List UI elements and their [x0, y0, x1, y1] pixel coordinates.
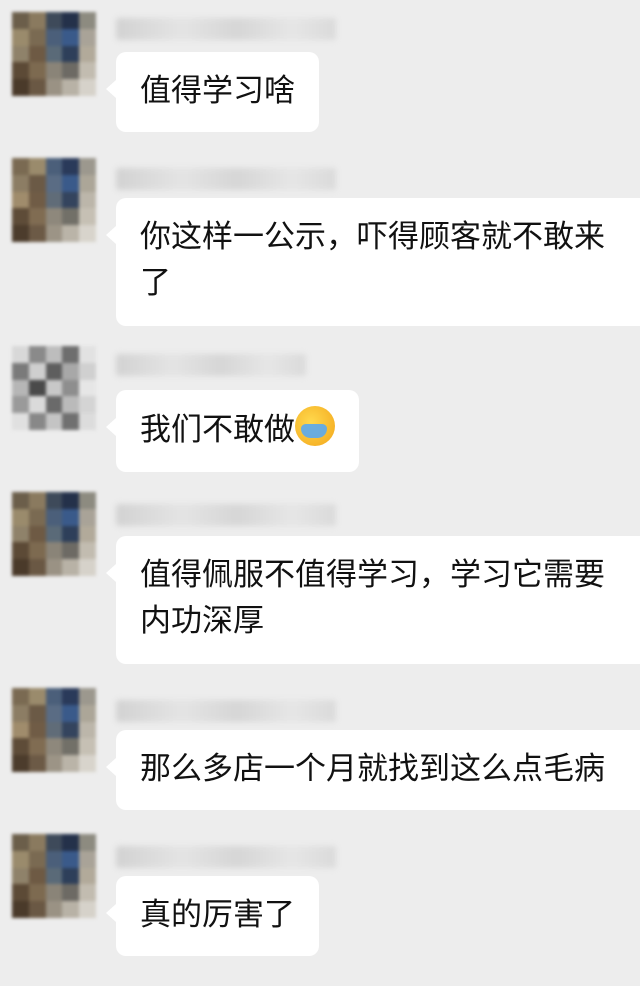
face-palm-crying-emoji: [295, 406, 335, 446]
message-bubble[interactable]: 你这样一公示，吓得顾客就不敢来了: [106, 198, 640, 326]
message-bubble[interactable]: 值得学习啥: [106, 52, 319, 132]
avatar[interactable]: [12, 834, 96, 918]
message-text: 那么多店一个月就找到这么点毛病: [140, 751, 605, 787]
sender-name: [116, 846, 336, 868]
message-text: 真的厉害了: [140, 897, 295, 933]
avatar[interactable]: [12, 346, 96, 430]
sender-name: [116, 504, 336, 526]
message-text: 我们不敢做: [140, 412, 295, 448]
message-bubble[interactable]: 真的厉害了: [106, 876, 319, 956]
sender-name: [116, 700, 336, 722]
sender-name: [116, 18, 336, 40]
avatar[interactable]: [12, 688, 96, 772]
avatar[interactable]: [12, 492, 96, 576]
avatar[interactable]: [12, 12, 96, 96]
message-bubble[interactable]: 那么多店一个月就找到这么点毛病: [106, 730, 640, 810]
message-text: 值得学习啥: [140, 73, 295, 109]
message-bubble[interactable]: 值得佩服不值得学习，学习它需要内功深厚: [106, 536, 640, 664]
message-text: 值得佩服不值得学习，学习它需要内功深厚: [140, 557, 605, 639]
sender-name: [116, 168, 336, 190]
message-bubble[interactable]: 我们不敢做: [106, 390, 359, 472]
message-text: 你这样一公示，吓得顾客就不敢来了: [140, 219, 605, 301]
avatar[interactable]: [12, 158, 96, 242]
sender-name: [116, 354, 306, 376]
